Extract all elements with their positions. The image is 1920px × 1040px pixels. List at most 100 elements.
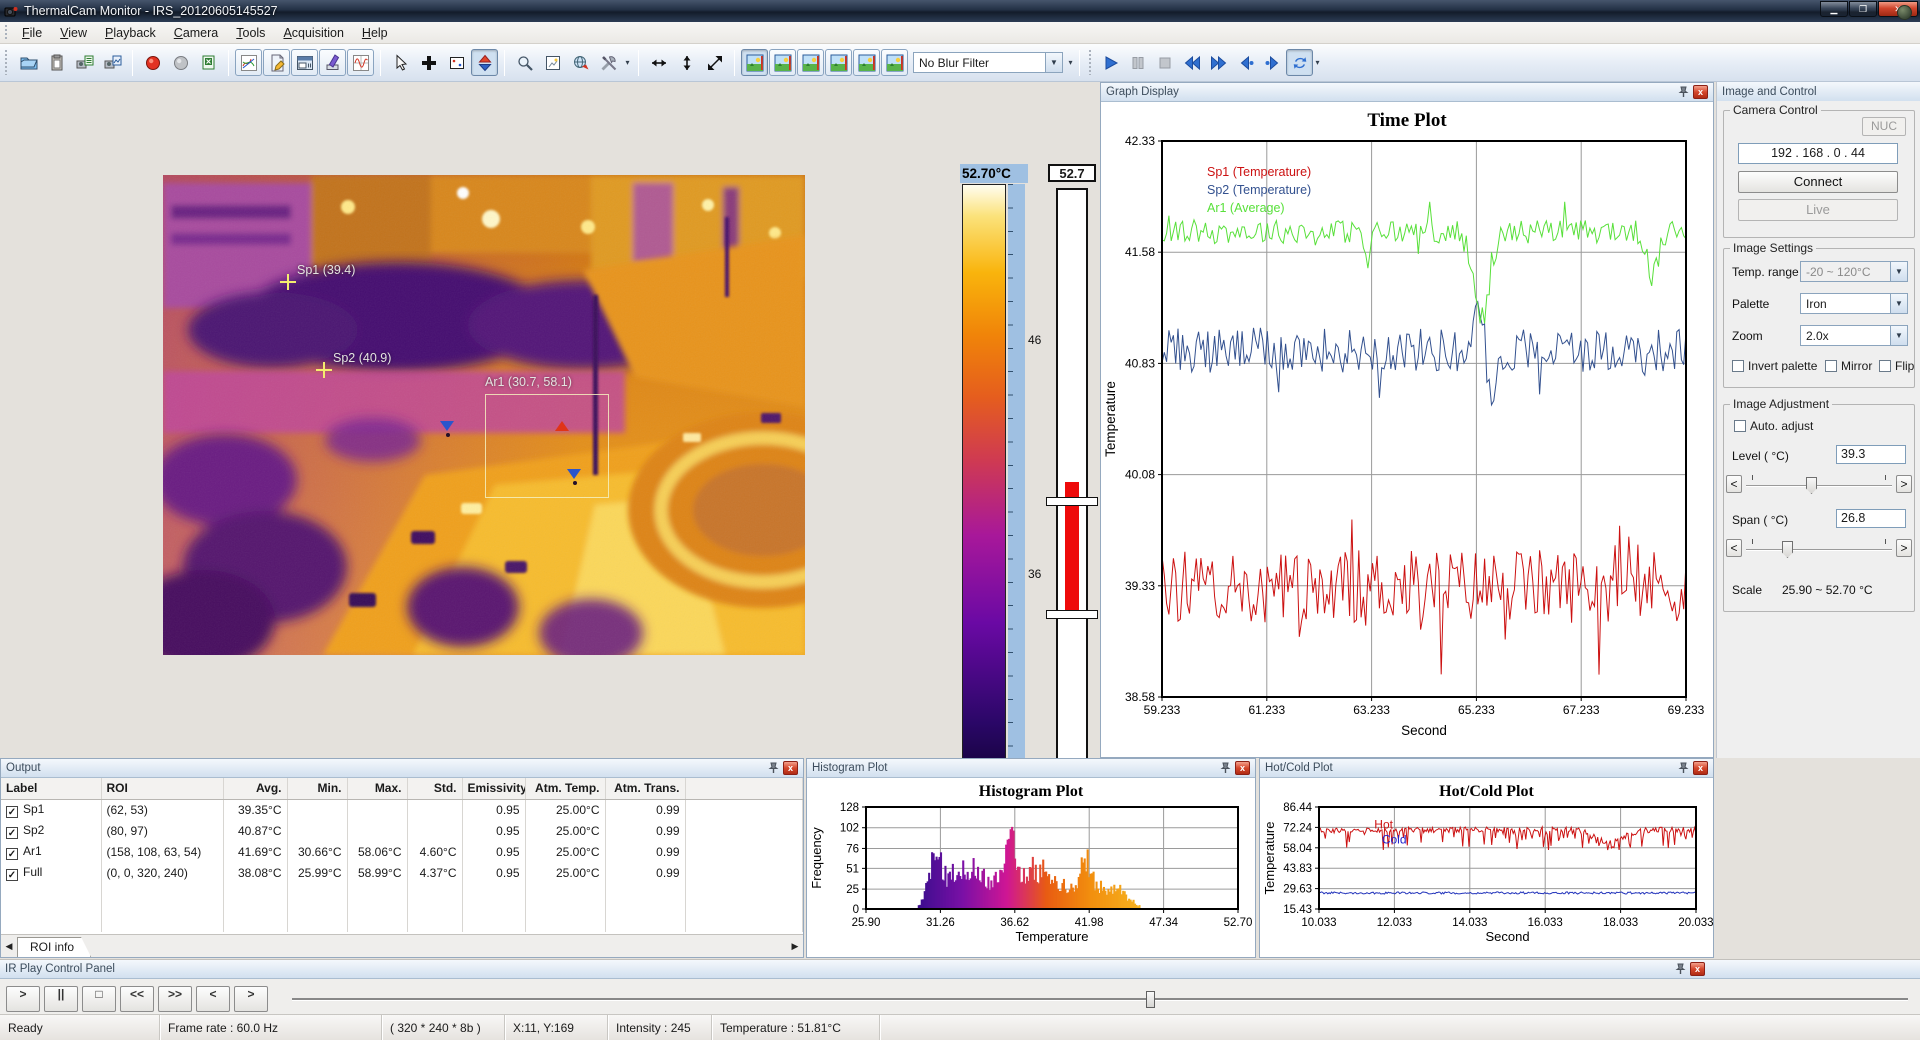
tab-scroll-right-icon[interactable]: ▶ — [787, 938, 803, 955]
table-row[interactable]: ✓Sp2(80, 97)40.87°C0.9525.00°C0.99 — [1, 820, 803, 841]
close-icon[interactable]: x — [1690, 962, 1705, 976]
tools-wrench-button[interactable] — [595, 49, 622, 76]
ip-address-field[interactable]: 192 . 168 . 0 . 44 — [1738, 143, 1898, 164]
invert-palette-checkbox[interactable]: Invert palette — [1732, 359, 1817, 373]
report-note-button[interactable] — [263, 49, 290, 76]
measure-pen-button[interactable] — [319, 49, 346, 76]
view-thumb-6-button[interactable] — [881, 49, 908, 76]
filter-options-caret[interactable]: ▾ — [1066, 50, 1075, 76]
menu-playback[interactable]: Playback — [96, 24, 165, 42]
nuc-button[interactable]: NUC — [1862, 117, 1906, 136]
close-icon[interactable]: x — [1693, 85, 1708, 99]
span-slider-thumb[interactable] — [1782, 541, 1793, 558]
ar1-roi-rectangle[interactable] — [485, 394, 609, 498]
paste-button[interactable] — [43, 49, 70, 76]
wave-panel-button[interactable] — [347, 49, 374, 76]
playback-play-button[interactable]: > — [6, 986, 40, 1012]
playback-seek-back-button[interactable]: << — [120, 986, 154, 1012]
playback-position-handle[interactable] — [1146, 991, 1155, 1008]
span-decrease-button[interactable]: < — [1726, 539, 1742, 557]
step-forward-button[interactable] — [1259, 49, 1286, 76]
row-checkbox[interactable]: ✓ — [6, 869, 18, 881]
level-decrease-button[interactable]: < — [1726, 475, 1742, 493]
add-spot-button[interactable] — [415, 49, 442, 76]
close-icon[interactable]: x — [1693, 761, 1708, 775]
column-header-emissivity[interactable]: Emissivity — [462, 778, 525, 799]
export-excel-button[interactable] — [195, 49, 222, 76]
add-area-button[interactable] — [443, 49, 470, 76]
span-field[interactable]: 26.8 — [1836, 509, 1906, 528]
level-slider-thumb[interactable] — [1806, 477, 1817, 494]
image-window-button[interactable] — [539, 49, 566, 76]
export-report-button[interactable] — [71, 49, 98, 76]
playback-step-back-button[interactable]: < — [196, 986, 230, 1012]
open-file-button[interactable] — [15, 49, 42, 76]
thermal-image-view[interactable]: Sp1 (39.4) Sp2 (40.9) Ar1 (30.7, 58.1) — [163, 175, 805, 655]
zoom-dropdown[interactable]: 2.0x ▼ — [1800, 325, 1908, 346]
tools-options-caret[interactable]: ▾ — [623, 50, 632, 76]
stop-button[interactable] — [1151, 49, 1178, 76]
playback-stop-button[interactable]: □ — [82, 986, 116, 1012]
menu-grip[interactable] — [4, 25, 9, 40]
column-header-min[interactable]: Min. — [287, 778, 347, 799]
range-handle-upper[interactable] — [1046, 497, 1098, 506]
toolbar-grip[interactable] — [4, 50, 9, 76]
playback-seek-forward-button[interactable]: >> — [158, 986, 192, 1012]
minimize-button[interactable]: ▁ — [1820, 1, 1848, 17]
record-stop-button[interactable] — [167, 49, 194, 76]
sp2-crosshair[interactable] — [316, 362, 332, 378]
span-increase-button[interactable]: > — [1896, 539, 1912, 557]
level-increase-button[interactable]: > — [1896, 475, 1912, 493]
view-thumb-1-button[interactable] — [741, 49, 768, 76]
view-thumb-2-button[interactable] — [769, 49, 796, 76]
column-header-label[interactable]: Label — [1, 778, 101, 799]
repeat-button[interactable] — [1286, 49, 1313, 76]
select-cursor-button[interactable] — [387, 49, 414, 76]
tab-roi-info[interactable]: ROI info — [17, 937, 91, 957]
column-header-roi[interactable]: ROI — [101, 778, 223, 799]
view-thumb-5-button[interactable] — [853, 49, 880, 76]
column-header-std[interactable]: Std. — [407, 778, 462, 799]
record-button[interactable] — [139, 49, 166, 76]
flip-checkbox[interactable]: Flip — [1879, 359, 1914, 373]
step-back-button[interactable] — [1232, 49, 1259, 76]
column-header-atmtrans[interactable]: Atm. Trans. — [605, 778, 685, 799]
playback-position-track[interactable] — [292, 998, 1908, 1001]
column-header-atmtemp[interactable]: Atm. Temp. — [525, 778, 605, 799]
seek-back-button[interactable] — [1178, 49, 1205, 76]
fit-height-button[interactable] — [673, 49, 700, 76]
play-button[interactable] — [1097, 49, 1124, 76]
pin-icon[interactable] — [1676, 85, 1690, 99]
connect-button[interactable]: Connect — [1738, 171, 1898, 193]
view-thumb-3-button[interactable] — [797, 49, 824, 76]
menu-help[interactable]: Help — [353, 24, 397, 42]
preset-globe-button[interactable] — [567, 49, 594, 76]
table-row[interactable]: ✓Ar1(158, 108, 63, 54)41.69°C30.66°C58.0… — [1, 841, 803, 862]
level-field[interactable]: 39.3 — [1836, 445, 1906, 464]
menu-file[interactable]: File — [13, 24, 51, 42]
view-thumb-4-button[interactable] — [825, 49, 852, 76]
pin-icon[interactable] — [1218, 761, 1232, 775]
blur-filter-dropdown[interactable]: No Blur Filter ▼ — [913, 52, 1063, 73]
row-checkbox[interactable]: ✓ — [6, 848, 18, 860]
auto-adjust-checkbox[interactable]: Auto. adjust — [1734, 419, 1813, 433]
seek-forward-button[interactable] — [1205, 49, 1232, 76]
row-checkbox[interactable]: ✓ — [6, 806, 18, 818]
mirror-checkbox[interactable]: Mirror — [1825, 359, 1872, 373]
sp1-crosshair[interactable] — [280, 274, 296, 290]
table-row[interactable]: ✓Sp1(62, 53)39.35°C0.9525.00°C0.99 — [1, 799, 803, 820]
row-checkbox[interactable]: ✓ — [6, 827, 18, 839]
temp-range-dropdown[interactable]: -20 ~ 120°C ▼ — [1800, 261, 1908, 282]
close-icon[interactable]: x — [783, 761, 798, 775]
pause-button[interactable] — [1124, 49, 1151, 76]
zoom-magnifier-button[interactable] — [511, 49, 538, 76]
menu-tools[interactable]: Tools — [227, 24, 274, 42]
graph-panel-button[interactable] — [235, 49, 262, 76]
playback-pause-button[interactable]: || — [44, 986, 78, 1012]
pin-icon[interactable] — [1673, 962, 1687, 976]
span-slider[interactable] — [1746, 537, 1892, 559]
repeat-options-caret[interactable]: ▾ — [1313, 50, 1322, 76]
pin-icon[interactable] — [766, 761, 780, 775]
palette-dropdown[interactable]: Iron ▼ — [1800, 293, 1908, 314]
export-snapshot-button[interactable] — [99, 49, 126, 76]
